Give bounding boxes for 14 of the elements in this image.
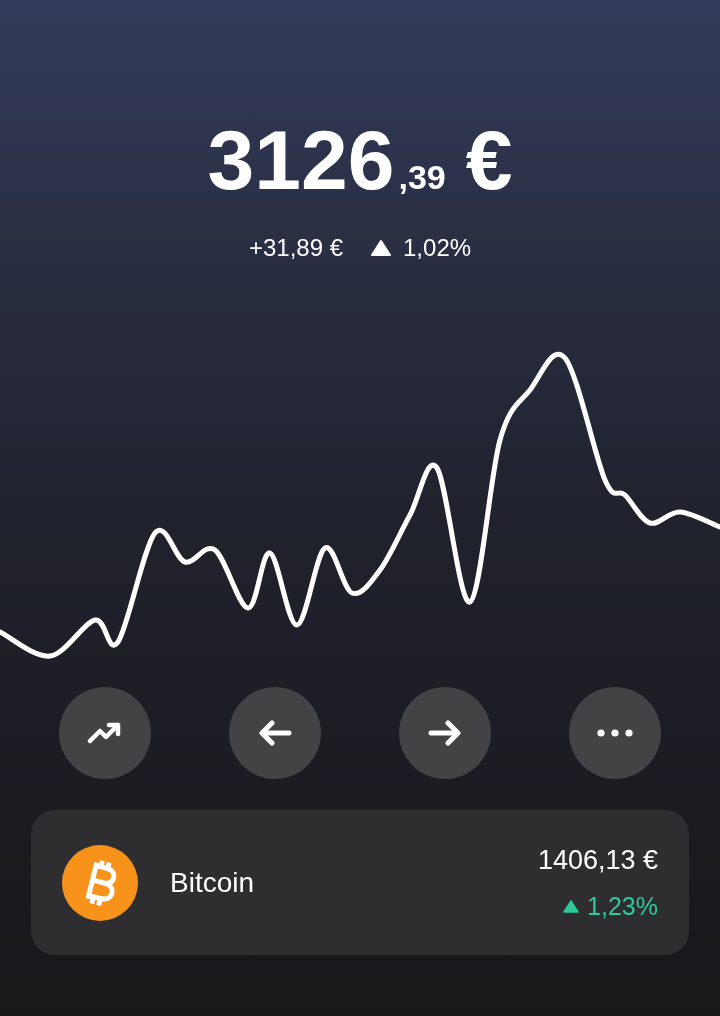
asset-value: 1406,13 € (537, 843, 658, 877)
left-arrow-icon (258, 720, 292, 746)
currency-symbol: € (465, 118, 513, 202)
change-percent: 1,02% (403, 233, 472, 263)
balance-cents: ,39 (398, 160, 446, 194)
right-arrow-icon (428, 720, 462, 746)
asset-name: Bitcoin (170, 865, 256, 900)
change-amount: +31,89 € (248, 233, 343, 263)
more-icon (597, 729, 633, 737)
bitcoin-logo-icon (62, 844, 138, 921)
asset-card[interactable]: Bitcoin 1406,13 € 1,23% (31, 810, 689, 955)
balance-amount: 3126 (207, 118, 395, 202)
asset-change: 1,23% (587, 891, 658, 922)
trend-up-arrow-icon (87, 721, 123, 745)
